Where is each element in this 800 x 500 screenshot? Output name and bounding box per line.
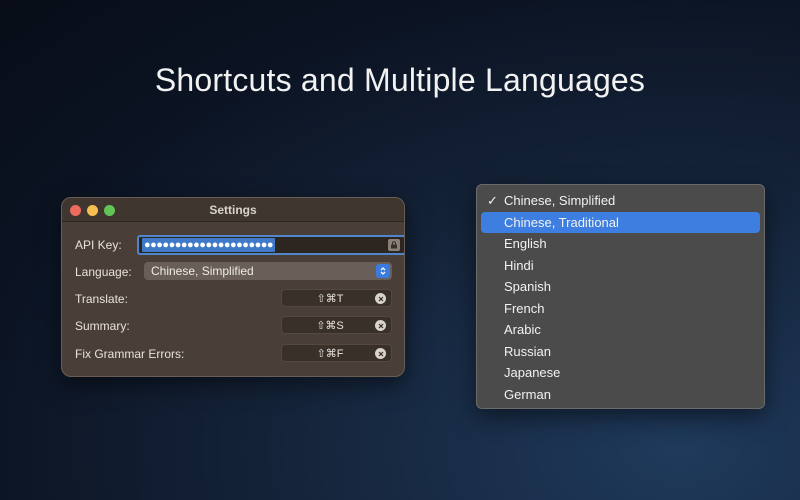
menu-item-label: German — [504, 386, 551, 402]
menu-item-label: Russian — [504, 343, 551, 359]
shortcut-keys: ⇧⌘T — [316, 293, 344, 305]
api-key-field[interactable]: ●●●●●●●●●●●●●●●●●●●●● — [137, 235, 404, 255]
menu-item-label: Spanish — [504, 279, 551, 294]
language-selected-value: Chinese, Simplified — [151, 264, 254, 278]
menu-item-french[interactable]: French — [481, 298, 760, 320]
chevron-updown-icon — [376, 264, 390, 278]
shortcut-keys: ⇧⌘F — [316, 348, 344, 360]
shortcut-recorder-fix-grammar[interactable]: ⇧⌘F — [281, 344, 392, 362]
menu-item-german[interactable]: German — [481, 384, 760, 406]
shortcut-row-translate: Translate: ⇧⌘T — [75, 289, 392, 309]
window-title: Settings — [209, 203, 257, 217]
menu-item-arabic[interactable]: Arabic — [481, 319, 760, 341]
menu-item-chinese-simplified[interactable]: ✓ Chinese, Simplified — [481, 190, 760, 212]
page-headline: Shortcuts and Multiple Languages — [154, 62, 646, 98]
menu-item-label: French — [504, 300, 545, 316]
window-titlebar[interactable]: Settings — [62, 198, 404, 222]
menu-item-hindi[interactable]: Hindi — [481, 255, 760, 277]
shortcut-keys: ⇧⌘S — [316, 320, 344, 332]
shortcut-row-summary: Summary: ⇧⌘S — [75, 316, 392, 336]
menu-item-chinese-traditional[interactable]: Chinese, Traditional — [481, 211, 760, 233]
shortcut-recorder-summary[interactable]: ⇧⌘S — [281, 316, 392, 334]
checkmark-icon: ✓ — [487, 193, 498, 208]
api-key-value: ●●●●●●●●●●●●●●●●●●●●● — [142, 238, 276, 252]
api-key-label: API Key: — [75, 238, 122, 252]
language-label: Language: — [75, 265, 132, 279]
shortcut-row-fix-grammar: Fix Grammar Errors: ⇧⌘F — [75, 344, 392, 364]
menu-item-english[interactable]: English — [481, 233, 760, 255]
shortcut-label: Fix Grammar Errors: — [75, 347, 185, 361]
menu-item-label: Hindi — [504, 257, 534, 273]
menu-item-japanese[interactable]: Japanese — [481, 362, 760, 384]
clear-shortcut-icon[interactable] — [375, 293, 386, 304]
password-key-icon[interactable] — [388, 239, 400, 251]
menu-item-label: Chinese, Simplified — [504, 193, 616, 208]
menu-item-label: Arabic — [504, 322, 541, 337]
menu-item-spanish[interactable]: Spanish — [481, 276, 760, 298]
language-dropdown-menu: ✓ Chinese, Simplified Chinese, Tradition… — [476, 184, 765, 409]
clear-shortcut-icon[interactable] — [375, 320, 386, 331]
shortcut-label: Summary: — [75, 319, 130, 333]
settings-window: Settings API Key: ●●●●●●●●●●●●●●●●●●●●● … — [61, 197, 405, 377]
shortcut-label: Translate: — [75, 292, 128, 306]
menu-item-label: English — [504, 236, 547, 251]
menu-item-russian[interactable]: Russian — [481, 341, 760, 363]
menu-item-label: Japanese — [504, 365, 561, 380]
language-row: Language: Chinese, Simplified — [75, 262, 392, 282]
shortcut-recorder-translate[interactable]: ⇧⌘T — [281, 289, 392, 307]
clear-shortcut-icon[interactable] — [375, 348, 386, 359]
language-select[interactable]: Chinese, Simplified — [144, 262, 392, 280]
api-key-row: API Key: ●●●●●●●●●●●●●●●●●●●●● — [75, 235, 404, 255]
menu-item-label: Chinese, Traditional — [504, 214, 619, 230]
